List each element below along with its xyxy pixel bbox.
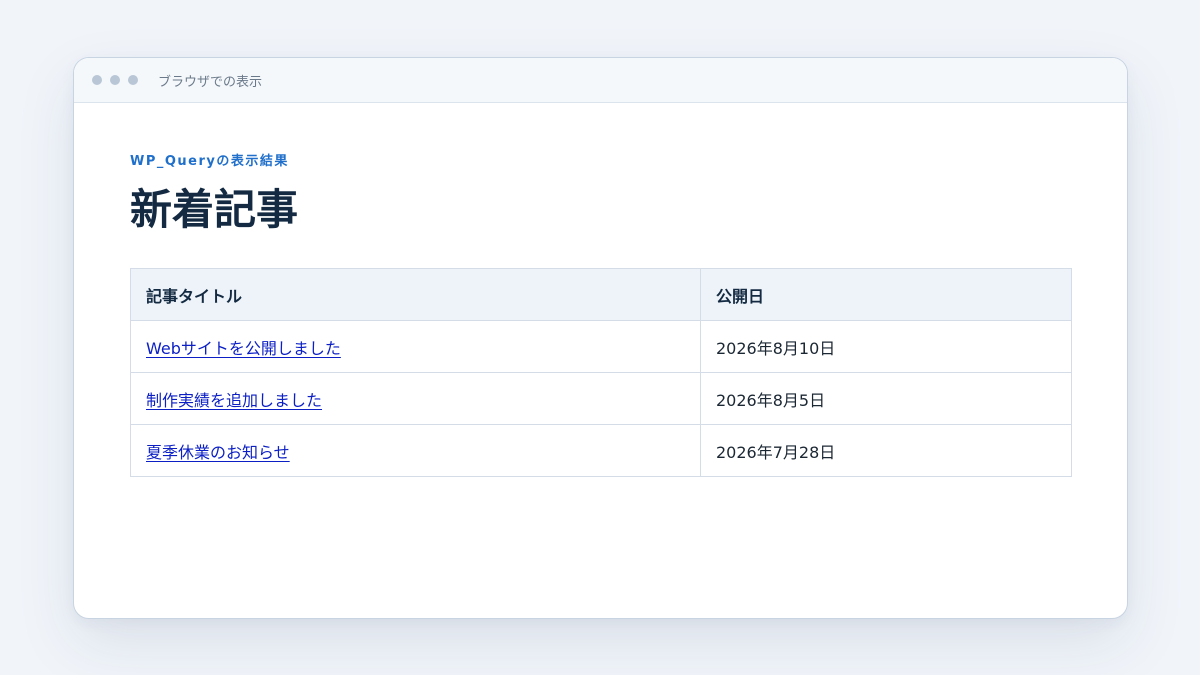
post-title-cell: 夏季休業のお知らせ: [130, 424, 701, 477]
page-title: 新着記事: [130, 185, 299, 234]
window-control-dot[interactable]: [92, 75, 102, 85]
post-title-cell: 制作実績を追加しました: [130, 372, 701, 425]
table-row: 制作実績を追加しました 2026年8月5日: [130, 372, 1072, 425]
window-control-dot[interactable]: [128, 75, 138, 85]
section-eyebrow: WP_Queryの表示結果: [130, 154, 289, 169]
post-title-link[interactable]: 夏季休業のお知らせ: [146, 443, 290, 462]
column-header-date: 公開日: [700, 268, 1072, 321]
table-row: Webサイトを公開しました 2026年8月10日: [130, 320, 1072, 373]
post-title-link[interactable]: Webサイトを公開しました: [146, 339, 341, 358]
post-date-cell: 2026年8月10日: [700, 320, 1072, 373]
post-title-link[interactable]: 制作実績を追加しました: [146, 391, 322, 410]
page-content: WP_Queryの表示結果 新着記事 記事タイトル 公開日 Webサイトを公開し…: [130, 104, 1072, 477]
post-title-cell: Webサイトを公開しました: [130, 320, 701, 373]
post-date-cell: 2026年7月28日: [700, 424, 1072, 477]
post-date-cell: 2026年8月5日: [700, 372, 1072, 425]
column-header-title: 記事タイトル: [130, 268, 701, 321]
window-title: ブラウザでの表示: [158, 74, 263, 90]
window-control-dot[interactable]: [110, 75, 120, 85]
table-row: 夏季休業のお知らせ 2026年7月28日: [130, 424, 1072, 477]
posts-table: 記事タイトル 公開日 Webサイトを公開しました 2026年8月10日 制作実績…: [130, 268, 1072, 477]
window-titlebar: ブラウザでの表示: [74, 58, 1127, 103]
browser-window: ブラウザでの表示 WP_Queryの表示結果 新着記事 記事タイトル 公開日 W…: [73, 57, 1128, 619]
table-header-row: 記事タイトル 公開日: [130, 268, 1072, 321]
